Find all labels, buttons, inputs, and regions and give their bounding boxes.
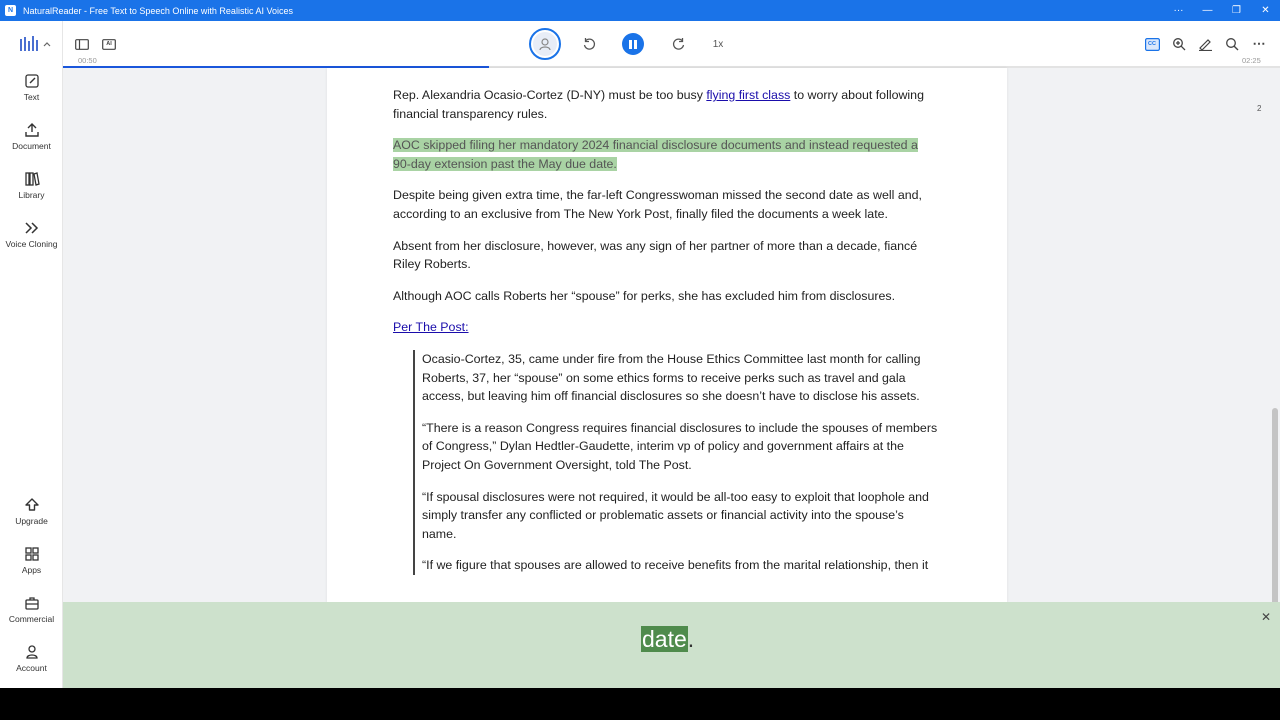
document-content: Rep. Alexandria Ocasio-Cortez (D-NY) mus… [393, 86, 939, 588]
elapsed-time: 00:50 [78, 56, 97, 65]
caption-bar: date. ✕ [63, 602, 1280, 688]
sidebar-item-apps[interactable]: Apps [0, 546, 63, 575]
sidebar-item-label: Voice Cloning [5, 239, 58, 249]
scrollbar-thumb[interactable] [1272, 408, 1278, 611]
sidebar: Text Document Library Voice Cloning Upgr… [0, 21, 63, 688]
sidebar-item-label: Document [12, 141, 51, 151]
quote-paragraph: “There is a reason Congress requires fin… [422, 420, 938, 472]
sidebar-item-text[interactable]: Text [0, 73, 63, 102]
quote-paragraph: “If spousal disclosures were not require… [422, 489, 929, 541]
window-restore-button[interactable]: ❐ [1222, 5, 1251, 16]
sidebar-item-commercial[interactable]: Commercial [0, 595, 63, 624]
highlighted-sentence[interactable]: AOC skipped filing her mandatory 2024 fi… [393, 138, 918, 171]
caption-current-word: date. [641, 626, 694, 653]
paragraph-current: AOC skipped filing her mandatory 2024 fi… [393, 136, 939, 173]
total-time: 02:25 [1242, 56, 1261, 65]
quote-paragraph: Ocasio-Cortez, 35, came under fire from … [422, 351, 921, 404]
quote-paragraph: “If we figure that spouses are allowed t… [422, 558, 929, 573]
player-toolbar: AI 1x CC ⋯ 00:50 02:25 [63, 21, 1280, 67]
page-number: 2 [1257, 104, 1262, 113]
paragraph: Absent from her disclosure, however, was… [393, 238, 918, 272]
sidebar-item-label: Text [23, 92, 40, 102]
naturalreader-app-icon: N [5, 5, 16, 16]
briefcase-icon [24, 597, 39, 610]
cc-badge-label: CC [1148, 41, 1156, 47]
speed-button[interactable]: 1x [709, 36, 727, 52]
ai-icon[interactable]: AI [101, 37, 117, 51]
sidebar-item-label: Account [16, 663, 47, 673]
pencil-icon [24, 74, 39, 88]
pause-icon-bar [634, 39, 637, 49]
voice-cloning-icon [24, 222, 38, 234]
sidebar-item-label: Apps [21, 565, 42, 575]
window-more-button[interactable]: ··· [1164, 5, 1193, 16]
blockquote: Ocasio-Cortez, 35, came under fire from … [413, 349, 939, 575]
app-area: Text Document Library Voice Cloning Upgr… [0, 21, 1280, 688]
naturalreader-logo-icon[interactable] [20, 35, 52, 53]
upload-icon [24, 123, 39, 137]
ai-badge-label: AI [106, 41, 112, 47]
highlighter-icon[interactable] [1197, 36, 1213, 52]
person-icon [25, 645, 38, 659]
sidebar-item-label: Upgrade [15, 516, 48, 526]
flying-first-class-link[interactable]: flying first class [706, 88, 790, 102]
sidebar-item-document[interactable]: Document [0, 122, 63, 151]
voice-avatar-button[interactable] [529, 28, 561, 60]
library-icon [24, 172, 40, 186]
more-options-icon[interactable]: ⋯ [1251, 36, 1267, 52]
pause-icon-bar [629, 39, 632, 49]
cc-icon[interactable]: CC [1144, 37, 1160, 51]
window-title: NaturalReader - Free Text to Speech Onli… [23, 5, 293, 16]
window-minimize-button[interactable]: — [1193, 5, 1222, 16]
scrollbar[interactable] [1270, 68, 1280, 623]
paragraph: Despite being given extra time, the far-… [393, 188, 922, 221]
caption-close-icon[interactable]: ✕ [1261, 610, 1271, 624]
forward-icon[interactable] [671, 36, 687, 52]
voice-avatar-icon [533, 32, 557, 56]
caption-word-highlight: date [641, 626, 688, 652]
sidebar-item-library[interactable]: Library [0, 171, 63, 200]
search-icon[interactable] [1224, 36, 1240, 52]
sidebar-item-upgrade[interactable]: Upgrade [0, 497, 63, 526]
window-titlebar: N NaturalReader - Free Text to Speech On… [0, 0, 1280, 21]
paragraph: Per The Post: [393, 318, 939, 337]
sidebar-item-label: Commercial [8, 614, 55, 624]
zoom-icon[interactable] [1171, 36, 1187, 52]
apps-grid-icon [24, 547, 39, 561]
caption-punctuation: . [687, 626, 695, 652]
sidebar-item-label: Library [18, 190, 45, 200]
paragraph: Although AOC calls Roberts her “spouse” … [393, 288, 896, 303]
window-close-button[interactable]: ✕ [1251, 5, 1280, 16]
sidebar-item-voice-cloning[interactable]: Voice Cloning [0, 220, 63, 249]
panel-toggle-icon[interactable] [74, 37, 90, 51]
per-the-post-link[interactable]: Per The Post: [393, 320, 469, 334]
rewind-icon[interactable] [581, 36, 597, 52]
sidebar-item-account[interactable]: Account [0, 644, 63, 673]
paragraph: Rep. Alexandria Ocasio-Cortez (D-NY) mus… [393, 88, 924, 121]
upgrade-arrow-icon [24, 498, 39, 511]
pause-button[interactable] [622, 33, 644, 55]
document-page: Rep. Alexandria Ocasio-Cortez (D-NY) mus… [327, 68, 1007, 603]
